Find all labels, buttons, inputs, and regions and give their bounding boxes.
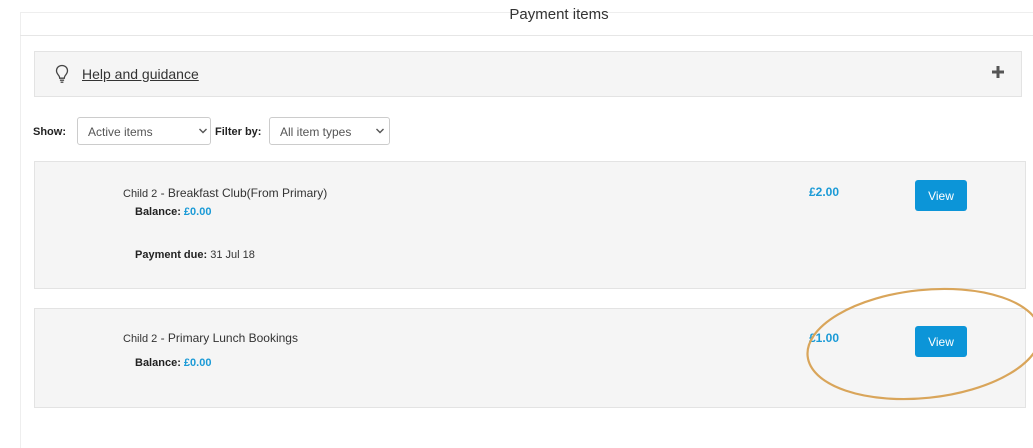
balance-value: £0.00 (183, 206, 212, 218)
item-name: Breakfast Club(From Primary) (167, 186, 328, 200)
title-divider (20, 35, 1033, 36)
filter-row: Show: Active items Filter by: All item t… (33, 117, 733, 147)
payment-item-card: Child 2 - Breakfast Club(From Primary) B… (34, 161, 1026, 289)
payment-item-card: Child 2 - Primary Lunch Bookings Balance… (34, 308, 1026, 408)
show-label: Show: (33, 126, 66, 138)
item-separator: - (157, 186, 168, 200)
lightbulb-icon (55, 64, 69, 83)
item-child-name: Child 2 (123, 188, 158, 200)
help-guidance-link[interactable]: Help and guidance (82, 66, 199, 82)
item-amount: £1.00 (809, 331, 840, 345)
show-select[interactable]: Active items (77, 117, 211, 145)
filter-by-label: Filter by: (215, 126, 262, 138)
item-balance: Balance: £0.00 (135, 206, 211, 218)
show-select-value: Active items (88, 125, 153, 139)
filter-select-value: All item types (280, 125, 352, 139)
view-button[interactable]: View (915, 180, 967, 211)
item-child-name: Child 2 (123, 333, 158, 345)
item-title: Child 2 - Breakfast Club(From Primary) (123, 186, 327, 200)
item-title: Child 2 - Primary Lunch Bookings (123, 331, 298, 345)
filter-select[interactable]: All item types (269, 117, 390, 145)
balance-label: Balance: (135, 206, 181, 218)
balance-value: £0.00 (183, 357, 212, 369)
item-separator: - (157, 331, 168, 345)
chevron-down-icon (376, 128, 384, 134)
item-balance: Balance: £0.00 (135, 357, 211, 369)
view-button[interactable]: View (915, 326, 967, 357)
item-payment-due: Payment due: 31 Jul 18 (135, 249, 255, 261)
balance-label: Balance: (135, 357, 181, 369)
page-title: Payment items (509, 6, 609, 23)
item-amount: £2.00 (809, 185, 840, 199)
payment-due-label: Payment due: (135, 249, 208, 261)
payment-items-page: Payment items Help and guidance Show: Ac… (0, 0, 1033, 448)
help-guidance-bar[interactable]: Help and guidance (34, 51, 1022, 97)
chevron-down-icon (199, 128, 207, 134)
item-name: Primary Lunch Bookings (167, 331, 298, 345)
plus-icon[interactable] (991, 65, 1005, 79)
payment-due-value: 31 Jul 18 (210, 249, 255, 261)
